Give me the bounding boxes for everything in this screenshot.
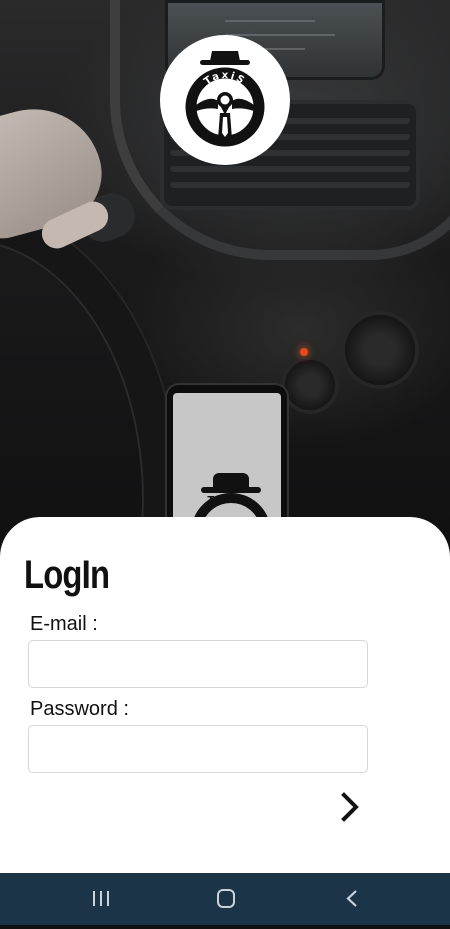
steering-wheel [0, 205, 178, 560]
password-label: Password : [30, 698, 129, 720]
submit-button[interactable] [334, 787, 368, 827]
back-button[interactable] [322, 873, 382, 925]
phone-logo-text: TaxiS [207, 495, 247, 506]
home-button[interactable] [196, 873, 256, 925]
back-icon [346, 890, 357, 907]
system-navigation-bar [0, 873, 450, 925]
password-field[interactable] [28, 725, 368, 773]
taxis-logo: TaxiS [160, 35, 290, 165]
recents-icon [93, 891, 109, 906]
home-icon [217, 889, 235, 908]
email-field[interactable] [28, 640, 368, 688]
email-label: E-mail : [30, 613, 98, 635]
recents-button[interactable] [71, 873, 131, 925]
login-title: LogIn [24, 553, 110, 597]
chevron-right-icon [341, 792, 359, 822]
login-card: LogIn E-mail : Password : [0, 517, 450, 877]
